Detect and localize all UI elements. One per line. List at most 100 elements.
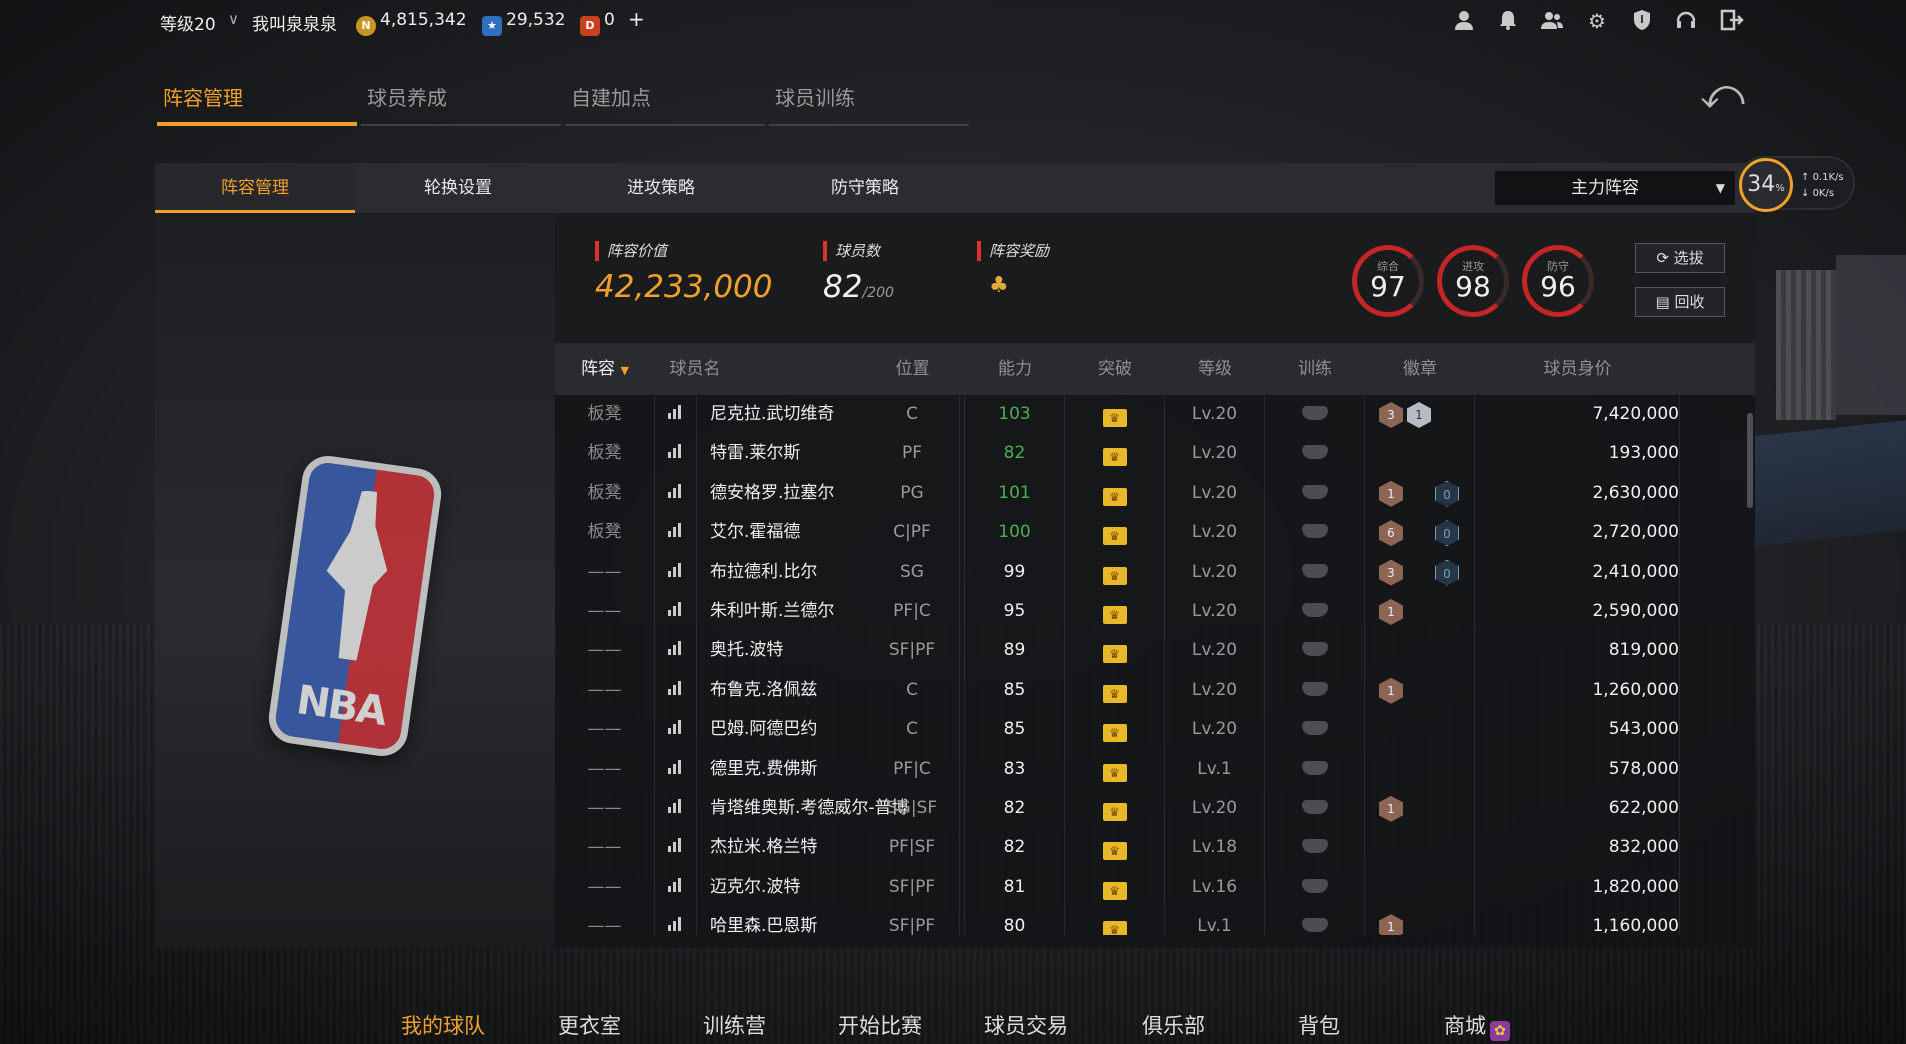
table-row[interactable]: —— 布拉德利.比尔 SG 99 ♛ Lv.20 3 0 2,410,000 <box>555 552 1755 592</box>
nav-my-team[interactable]: 我的球队 <box>401 1010 485 1040</box>
shield-icon[interactable] <box>1630 9 1654 33</box>
table-row[interactable]: —— 布鲁克.洛佩兹 C 85 ♛ Lv.20 1 1,260,000 <box>555 670 1755 711</box>
chevron-rank-icon: ∨ <box>228 10 239 28</box>
training-icon[interactable] <box>1301 839 1328 854</box>
nav-locker-room[interactable]: 更衣室 <box>558 1010 621 1040</box>
silver-badge-icon[interactable]: 1 <box>1407 402 1431 428</box>
crown-icon[interactable]: ♛ <box>1102 802 1127 821</box>
training-icon[interactable] <box>1301 721 1328 736</box>
tab-lineup-management[interactable]: 阵容管理 <box>157 82 357 126</box>
crown-icon[interactable]: ♛ <box>1102 527 1127 546</box>
crown-icon[interactable]: ♛ <box>1102 487 1127 506</box>
header-breakthrough[interactable]: 突破 <box>1065 343 1165 395</box>
training-icon[interactable] <box>1301 563 1328 578</box>
cell-price: 2,720,000 <box>1475 513 1680 553</box>
bronze-badge-icon[interactable]: 1 <box>1379 914 1403 935</box>
training-icon[interactable] <box>1301 445 1328 460</box>
tab-player-development[interactable]: 球员养成 <box>361 82 561 126</box>
blue-badge-icon[interactable]: 0 <box>1435 559 1459 586</box>
headset-icon[interactable] <box>1674 9 1698 33</box>
training-icon[interactable] <box>1301 799 1328 814</box>
gear-icon[interactable]: ⚙ <box>1585 9 1609 33</box>
table-scrollbar[interactable] <box>1747 413 1753 508</box>
table-row[interactable]: —— 德里克.费佛斯 PF|C 83 ♛ Lv.1 578,000 <box>555 749 1755 789</box>
crown-icon[interactable]: ♛ <box>1102 645 1127 664</box>
crown-icon[interactable]: ♛ <box>1102 921 1127 935</box>
signal-icon <box>655 749 697 789</box>
table-row[interactable]: —— 朱利叶斯.兰德尔 PF|C 95 ♛ Lv.20 1 2,590,000 <box>555 591 1755 632</box>
bronze-badge-icon[interactable]: 1 <box>1379 795 1403 822</box>
crown-icon[interactable]: ♛ <box>1102 763 1127 782</box>
exit-icon[interactable] <box>1720 9 1744 33</box>
crown-icon[interactable]: ♛ <box>1102 724 1127 743</box>
training-icon[interactable] <box>1301 760 1328 775</box>
header-ability[interactable]: 能力 <box>965 343 1065 395</box>
table-row[interactable]: 板凳 特雷.莱尔斯 PF 82 ♛ Lv.20 193,000 <box>555 434 1755 474</box>
subtab-defense-strategy[interactable]: 防守策略 <box>765 163 965 213</box>
header-lineup[interactable]: 阵容 ▼ <box>555 343 655 395</box>
tab-player-training[interactable]: 球员训练 <box>769 82 969 126</box>
crown-icon[interactable]: ♛ <box>1102 409 1127 427</box>
reward-icon[interactable]: ♣ <box>989 273 1009 298</box>
training-icon[interactable] <box>1301 602 1328 617</box>
training-icon[interactable] <box>1301 918 1328 933</box>
header-level[interactable]: 等级 <box>1165 343 1265 395</box>
training-icon[interactable] <box>1301 878 1328 893</box>
lineup-dropdown[interactable]: 主力阵容 ▼ <box>1495 171 1735 205</box>
nav-club[interactable]: 俱乐部 <box>1142 1010 1205 1040</box>
bronze-badge-icon[interactable]: 3 <box>1379 559 1403 586</box>
nav-training-camp[interactable]: 训练营 <box>703 1010 766 1040</box>
cell-training <box>1265 473 1365 514</box>
nav-start-game[interactable]: 开始比赛 <box>838 1010 922 1040</box>
table-row[interactable]: —— 肯塔维奥斯.考德威尔-普博 SG|SF 82 ♛ Lv.20 1 622,000 <box>555 788 1755 829</box>
table-row[interactable]: —— 哈里森.巴恩斯 SF|PF 80 ♛ Lv.1 1 1,160,000 <box>555 907 1755 935</box>
crown-icon[interactable]: ♛ <box>1102 605 1127 624</box>
pick-button[interactable]: ⟳ 选拔 <box>1635 243 1725 273</box>
crown-icon[interactable]: ♛ <box>1102 842 1127 861</box>
add-currency-button[interactable]: + <box>628 7 645 31</box>
subtab-rotation[interactable]: 轮换设置 <box>358 163 558 213</box>
training-icon[interactable] <box>1301 681 1328 696</box>
bronze-badge-icon[interactable]: 1 <box>1379 677 1403 704</box>
blue-badge-icon[interactable]: 0 <box>1435 520 1459 547</box>
subtab-offense-strategy[interactable]: 进攻策略 <box>561 163 761 213</box>
signal-icon <box>655 434 697 474</box>
back-arrow-icon[interactable]: ⤺ <box>1700 73 1756 115</box>
tab-custom-points[interactable]: 自建加点 <box>565 82 765 126</box>
subtab-lineup[interactable]: 阵容管理 <box>155 163 355 213</box>
blue-badge-icon[interactable]: 0 <box>1435 480 1459 507</box>
bronze-badge-icon[interactable]: 1 <box>1379 598 1403 625</box>
table-row[interactable]: —— 奥托.波特 SF|PF 89 ♛ Lv.20 819,000 <box>555 631 1755 671</box>
crown-icon[interactable]: ♛ <box>1102 684 1127 703</box>
nav-player-trade[interactable]: 球员交易 <box>984 1010 1068 1040</box>
table-row[interactable]: 板凳 德安格罗.拉塞尔 PG 101 ♛ Lv.20 1 0 2,630,000 <box>555 473 1755 514</box>
cell-role: 板凳 <box>555 395 655 435</box>
training-icon[interactable] <box>1301 642 1328 657</box>
coin-balance: N 4,815,342 <box>356 10 467 36</box>
recycle-button[interactable]: ▤ 回收 <box>1635 287 1725 317</box>
header-badges[interactable]: 徽章 <box>1365 343 1475 395</box>
table-row[interactable]: —— 迈克尔.波特 SF|PF 81 ♛ Lv.16 1,820,000 <box>555 867 1755 908</box>
header-price[interactable]: 球员身价 <box>1475 343 1680 395</box>
training-icon[interactable] <box>1301 484 1328 499</box>
crown-icon[interactable]: ♛ <box>1102 566 1127 585</box>
crown-icon[interactable]: ♛ <box>1102 448 1127 467</box>
bronze-badge-icon[interactable]: 3 <box>1379 402 1403 428</box>
table-row[interactable]: 板凳 艾尔.霍福德 C|PF 100 ♛ Lv.20 6 0 2,720,000 <box>555 513 1755 553</box>
table-row[interactable]: —— 杰拉米.格兰特 PF|SF 82 ♛ Lv.18 832,000 <box>555 828 1755 868</box>
crown-icon[interactable]: ♛ <box>1102 881 1127 900</box>
nav-backpack[interactable]: 背包 <box>1298 1010 1340 1040</box>
training-icon[interactable] <box>1301 524 1328 539</box>
bell-icon[interactable] <box>1496 9 1520 33</box>
bronze-badge-icon[interactable]: 1 <box>1379 480 1403 507</box>
bronze-badge-icon[interactable]: 6 <box>1379 520 1403 547</box>
table-row[interactable]: —— 巴姆.阿德巴约 C 85 ♛ Lv.20 543,000 <box>555 710 1755 750</box>
training-icon[interactable] <box>1301 406 1328 420</box>
table-row[interactable]: 板凳 尼克拉.武切维奇 C 103 ♛ Lv.20 3 1 7,420,000 <box>555 395 1755 435</box>
nav-shop[interactable]: 商城 ✿ <box>1444 1010 1510 1041</box>
header-position[interactable]: 位置 <box>860 343 965 395</box>
friends-icon[interactable] <box>1540 9 1564 33</box>
header-training[interactable]: 训练 <box>1265 343 1365 395</box>
header-name[interactable]: 球员名 <box>655 343 735 395</box>
profile-icon[interactable] <box>1452 9 1476 33</box>
